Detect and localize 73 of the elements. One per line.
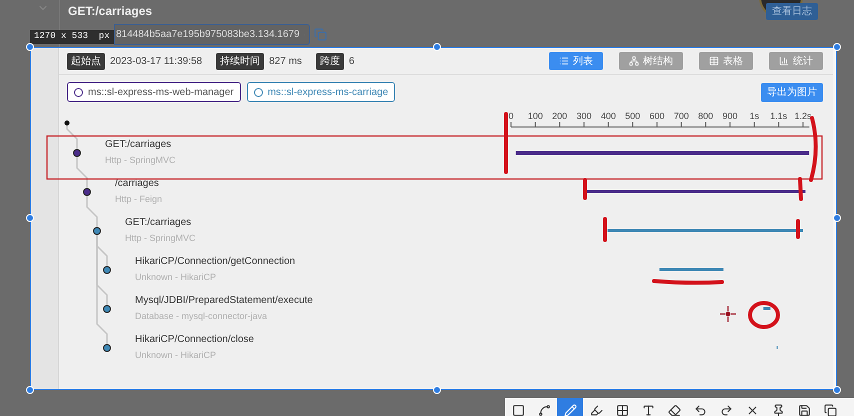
resize-handle[interactable] <box>26 43 34 51</box>
axis-label: 1s <box>750 111 760 121</box>
span-type: Http - SpringMVC <box>125 232 196 244</box>
view-tab[interactable]: 统计 <box>769 52 823 70</box>
root-node-dot <box>64 120 70 126</box>
service-name: ms::sl-express-ms-carriage <box>268 86 388 100</box>
mosaic-icon <box>616 404 628 416</box>
span-name[interactable]: Mysql/JDBI/PreparedStatement/execute <box>135 295 313 308</box>
view-tab[interactable]: 表格 <box>699 52 753 70</box>
undo-icon <box>694 404 706 416</box>
tree-icon <box>629 56 639 66</box>
pencil-icon-button[interactable] <box>557 398 583 416</box>
view-tab[interactable]: 列表 <box>549 52 603 70</box>
axis-label: 100 <box>528 111 543 121</box>
axis-label: 0 <box>508 111 514 121</box>
span-type: Http - Feign <box>115 194 162 205</box>
axis-label: 200 <box>552 111 568 121</box>
span-type: Http - SpringMVC <box>105 154 176 166</box>
trace-id-select[interactable]: 814484b5aa7e195b975083be3.134.1679 <box>114 24 310 45</box>
resize-handle[interactable] <box>833 214 841 222</box>
axis-label: 600 <box>649 111 665 121</box>
resize-handle[interactable] <box>833 386 841 394</box>
eraser-icon <box>668 404 680 416</box>
text-icon <box>642 404 654 416</box>
axis-label: 1.1s <box>770 111 788 121</box>
resize-handle[interactable] <box>26 214 34 222</box>
meta-value: 6 <box>348 54 354 68</box>
crosshair-cursor-icon <box>719 305 737 323</box>
span-type: Unknown - HikariCP <box>135 272 216 283</box>
view-log-button[interactable]: 查看日志 <box>766 3 818 20</box>
axis-label: 800 <box>698 111 714 121</box>
capture-selection[interactable] <box>30 47 837 390</box>
span-name[interactable]: /carriages <box>115 178 159 191</box>
service-tag[interactable]: ms::sl-express-ms-carriage <box>246 82 396 102</box>
resize-handle[interactable] <box>26 386 34 394</box>
span-name[interactable]: GET:/carriages <box>105 139 172 152</box>
highlighter-icon <box>590 404 602 416</box>
pin-icon <box>772 404 784 416</box>
span-name[interactable]: HikariCP/Connection/getConnection <box>135 256 296 269</box>
axis-label: 900 <box>722 111 738 121</box>
resize-handle[interactable] <box>433 43 441 51</box>
axis-label: 500 <box>625 111 640 121</box>
resize-handle[interactable] <box>833 43 841 51</box>
export-image-button[interactable]: 导出为图片 <box>761 82 823 102</box>
pencil-icon <box>564 404 576 416</box>
stats-icon <box>779 56 789 66</box>
span-name[interactable]: GET:/carriages <box>125 217 192 230</box>
service-tag[interactable]: ms::sl-express-ms-web-manager <box>67 82 241 102</box>
trace-title: GET:/carriages <box>68 3 152 20</box>
axis-label: 1.2s <box>794 111 812 121</box>
list-icon <box>559 56 569 66</box>
save-icon <box>798 404 810 416</box>
axis-label: 700 <box>674 111 689 121</box>
service-name: ms::sl-express-ms-web-manager <box>88 86 234 100</box>
meta-value: 2023-03-17 11:39:58 <box>110 54 202 68</box>
axis-label: 300 <box>576 111 592 121</box>
copy-icon <box>824 404 836 416</box>
resize-handle[interactable] <box>433 386 441 394</box>
meta-label: 持续时间 <box>216 52 264 70</box>
axis-label: 400 <box>600 111 616 121</box>
table-icon <box>709 56 719 66</box>
redo-icon <box>720 404 732 416</box>
meta-label: 起始点 <box>67 52 105 70</box>
span-type: Database - mysql-connector-java <box>135 310 268 322</box>
size-label: 1270 x 533 px <box>30 30 114 44</box>
span-type: Unknown - HikariCP <box>135 350 216 361</box>
meta-value: 827 ms <box>269 54 302 68</box>
meta-label: 跨度 <box>316 52 344 70</box>
view-tab[interactable]: 树结构 <box>619 52 683 70</box>
span-name[interactable]: HikariCP/Connection/close <box>135 334 254 347</box>
close-icon <box>746 404 758 416</box>
line-icon <box>538 404 550 416</box>
shape-icon <box>512 404 524 416</box>
